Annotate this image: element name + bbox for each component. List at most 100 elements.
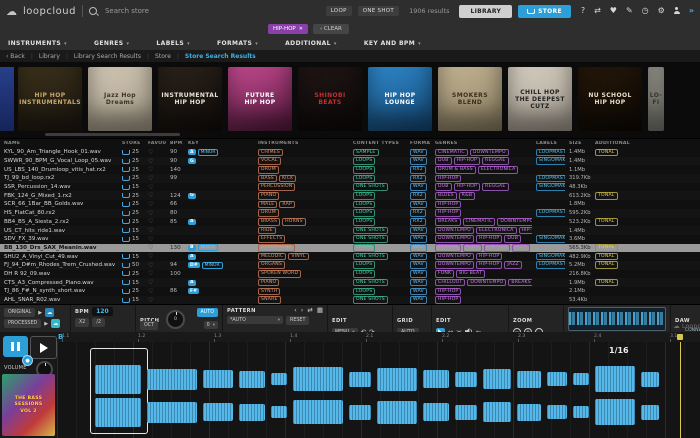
instrument-tag[interactable]: VINYL: [288, 253, 308, 261]
octave-button[interactable]: OCT: [140, 321, 158, 330]
favourite-heart-icon[interactable]: ♡: [148, 166, 153, 173]
genre-tag[interactable]: HIP-HOP: [435, 209, 461, 217]
clear-filters-button[interactable]: ‹ CLEAR: [313, 24, 349, 34]
additional-tag[interactable]: TONAL: [595, 253, 618, 261]
content-type-tag[interactable]: SAMPLE: [353, 149, 379, 157]
pattern-reset-button[interactable]: RESET: [286, 316, 309, 325]
column-header-content-types[interactable]: CONTENT TYPES: [349, 141, 406, 146]
content-type-tag[interactable]: LOOPS: [353, 192, 375, 200]
loop-end-marker[interactable]: [677, 334, 683, 340]
genre-tag[interactable]: HIP-HOP: [435, 201, 461, 209]
genre-tag[interactable]: HIP-HOP: [476, 253, 502, 261]
genre-tag[interactable]: R&B: [459, 192, 476, 200]
favourite-heart-icon[interactable]: ♡: [148, 288, 153, 295]
instrument-tag[interactable]: BASS: [258, 175, 277, 183]
table-row[interactable]: SSR_Percussion_14.wav15♡PERCUSSIONONE SH…: [0, 183, 700, 192]
one-shot-filter-button[interactable]: ONE SHOT: [358, 6, 399, 16]
favourite-heart-icon[interactable]: ♡: [148, 192, 153, 199]
column-header-instruments[interactable]: INSTRUMENTS: [254, 141, 349, 146]
pack-cover[interactable]: SMOKERSBLEND: [438, 67, 502, 131]
original-button[interactable]: ORIGINAL: [4, 308, 35, 317]
favourite-heart-icon[interactable]: ♡: [148, 218, 153, 225]
genre-tag[interactable]: HIP-HOP: [476, 261, 502, 269]
table-row[interactable]: HS_FlatCat_80.rx225♡80DRUMLOOPSRX2HIP-HO…: [0, 209, 700, 218]
format-tag[interactable]: WAV: [410, 270, 427, 278]
content-type-tag[interactable]: LOOPS: [353, 166, 375, 174]
instrument-tag[interactable]: MELODIC: [258, 253, 286, 261]
store-price[interactable]: 50: [132, 262, 139, 268]
table-row[interactable]: SWWR_90_BPM_G_Vocal_Loop_05.wav25♡90GVOC…: [0, 157, 700, 166]
store-price[interactable]: 25: [132, 149, 139, 155]
instrument-tag[interactable]: RIDE: [258, 227, 276, 235]
pack-cover[interactable]: INSTRUMENTALHIP HOP: [158, 67, 222, 131]
instrument-tag[interactable]: DRUM: [258, 209, 279, 217]
additional-tag[interactable]: TONAL: [595, 244, 618, 252]
column-header-genres[interactable]: GENRES: [431, 141, 532, 146]
format-tag[interactable]: RX2: [410, 192, 426, 200]
pack-cover[interactable]: FUTUREHIP HOP: [228, 67, 292, 131]
instrument-tag[interactable]: PERCUSSION: [258, 183, 295, 191]
instrument-tag[interactable]: SPOKEN WORD: [258, 270, 301, 278]
format-tag[interactable]: WAV: [410, 288, 427, 296]
breadcrumb-item-active[interactable]: Store Search Results: [185, 53, 256, 60]
help-icon[interactable]: ?: [581, 7, 585, 15]
table-row[interactable]: TJ_86_F#_N_synth_short.wav25♡86F#SYNTHLO…: [0, 287, 700, 296]
genre-tag[interactable]: DOWNTEMPO: [435, 253, 474, 261]
pack-cover[interactable]: LO-FI: [648, 67, 664, 131]
store-price[interactable]: 25: [132, 158, 139, 164]
genre-tag[interactable]: BIG BEAT: [456, 270, 485, 278]
instrument-tag[interactable]: ORGANS: [258, 261, 285, 269]
filter-menu-genres[interactable]: GENRES: [94, 40, 129, 47]
genre-tag[interactable]: JAZZ: [512, 244, 530, 252]
genre-tag[interactable]: HIP-HOP: [519, 227, 532, 235]
content-type-tag[interactable]: LOOPS: [353, 261, 375, 269]
content-type-tag[interactable]: LOOPS: [353, 218, 375, 226]
genre-tag[interactable]: DOWNTEMPO: [435, 227, 474, 235]
label-tag[interactable]: SINGOMAKERS: [536, 183, 565, 191]
carousel-scrollbar[interactable]: [45, 133, 180, 136]
waveform-overview[interactable]: [568, 307, 666, 331]
additional-tag[interactable]: TONAL: [595, 279, 618, 287]
genre-tag[interactable]: DUB: [435, 183, 452, 191]
breadcrumb-item[interactable]: Library Search Results: [74, 53, 141, 60]
pack-carousel[interactable]: HIP HOPINSTRUMENTALSJazz HopDreamsINSTRU…: [0, 62, 700, 138]
format-tag[interactable]: WAV: [410, 149, 427, 157]
table-row[interactable]: FBK_124_G_Mixed_1.rx225♡124GPIANOLOOPSRX…: [0, 191, 700, 200]
loop-filter-button[interactable]: LOOP: [326, 6, 352, 16]
format-tag[interactable]: WAV: [410, 235, 427, 243]
content-type-tag[interactable]: LOOPS: [353, 201, 375, 209]
content-type-tag[interactable]: LOOPS: [353, 288, 375, 296]
edit-pencil-icon[interactable]: ✎: [626, 7, 633, 15]
genre-tag[interactable]: HIP-HOP: [435, 288, 461, 296]
content-type-tag[interactable]: LOOPS: [353, 209, 375, 217]
column-header-bpm[interactable]: BPM: [166, 141, 184, 146]
table-row[interactable]: BB4_B5_A_Siesta_2.rx225♡85ABRASSHORNSLOO…: [0, 218, 700, 227]
remove-tag-icon[interactable]: ✕: [299, 26, 303, 32]
genre-tag[interactable]: BLUES: [435, 192, 457, 200]
table-row[interactable]: SDV_FX_39.wav15♡EFFECTSONE SHOTSWAVDOWNT…: [0, 235, 700, 244]
filter-menu-labels[interactable]: LABELS: [156, 40, 190, 47]
column-header-favourite[interactable]: FAVOURITE: [144, 141, 166, 146]
genre-tag[interactable]: HIP-HOP: [476, 235, 502, 243]
table-row[interactable]: TJ_99_bd_loop.rx225♡99BASSKICKLOOPSRX2HI…: [0, 174, 700, 183]
shuffle-icon[interactable]: ⇄: [594, 7, 601, 15]
favourite-heart-icon[interactable]: ♡: [148, 158, 153, 165]
instrument-tag[interactable]: RAP: [279, 201, 295, 209]
favourite-heart-icon[interactable]: ♡: [148, 270, 153, 277]
label-tag[interactable]: LOOPMASTERS: [536, 149, 565, 157]
pattern-bank-icon[interactable]: ▦: [317, 307, 323, 314]
genre-tag[interactable]: JAZZ: [504, 261, 522, 269]
table-row[interactable]: US_LBS_140_Drumloop_vitis_hat.rx225♡140D…: [0, 165, 700, 174]
column-header-name[interactable]: NAME: [0, 141, 118, 146]
store-price[interactable]: 25: [132, 167, 139, 173]
genre-tag[interactable]: HIP-HOP: [484, 244, 510, 252]
format-tag[interactable]: WAV: [410, 244, 427, 252]
favourite-heart-icon[interactable]: ♡: [148, 244, 153, 251]
pack-cover[interactable]: HIP HOPINSTRUMENTALS: [18, 67, 82, 131]
store-price[interactable]: 15: [132, 184, 139, 190]
genre-tag[interactable]: DOWNTEMPO: [467, 279, 506, 287]
instrument-tag[interactable]: PIANO: [258, 192, 279, 200]
column-header-additional[interactable]: ADDITIONAL: [591, 141, 690, 146]
prev-pattern-icon[interactable]: ‹: [294, 307, 297, 314]
processed-button[interactable]: PROCESSED: [4, 319, 41, 328]
